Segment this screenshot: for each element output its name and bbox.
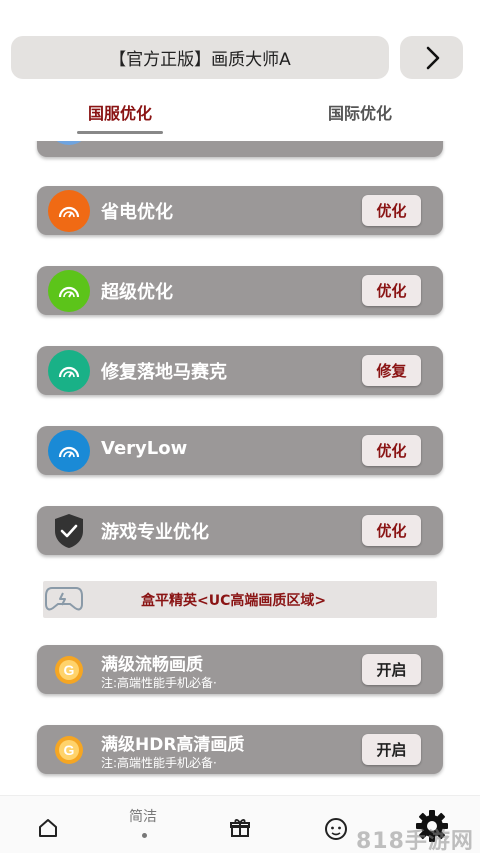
enable-button[interactable]: 开启: [362, 654, 421, 685]
card-label: VeryLow: [101, 438, 188, 459]
svg-text:G: G: [64, 662, 75, 678]
home-icon: [39, 819, 57, 837]
enable-button[interactable]: 开启: [362, 734, 421, 765]
svg-text:G: G: [64, 742, 75, 758]
gauge-icon: [48, 141, 90, 145]
card-power-saving: 省电优化 优化: [37, 186, 443, 235]
partial-card: [37, 141, 443, 157]
tab-international[interactable]: 国际优化: [328, 100, 392, 124]
optimize-button[interactable]: 优化: [362, 195, 421, 226]
g-coin-icon: G: [48, 729, 90, 771]
nav-simple-label[interactable]: 简洁: [129, 806, 157, 826]
shield-check-icon: [48, 510, 90, 552]
gauge-icon: [48, 190, 90, 232]
optimize-button[interactable]: 优化: [362, 515, 421, 546]
card-sublabel: 注:高端性能手机必备·: [101, 756, 217, 770]
card-label: 修复落地马赛克: [101, 362, 227, 383]
app-title-box[interactable]: 【官方正版】画质大师A: [11, 36, 389, 79]
gamepad-icon: [45, 587, 83, 611]
gauge-icon: [48, 430, 90, 472]
card-verylow: VeryLow 优化: [37, 426, 443, 475]
card-max-hdr: G 满级HDR高清画质 注:高端性能手机必备· 开启: [37, 725, 443, 774]
card-label: 满级流畅画质: [101, 655, 203, 675]
smiley-face-icon: [325, 818, 347, 840]
nav-active-dot: [142, 833, 147, 838]
card-label: 省电优化: [101, 202, 173, 223]
nav-home[interactable]: [34, 814, 62, 842]
chevron-right-icon: [426, 46, 439, 69]
card-super: 超级优化 优化: [37, 266, 443, 315]
header: 【官方正版】画质大师A: [11, 36, 463, 79]
nav-face[interactable]: [322, 814, 350, 842]
card-max-smooth: G 满级流畅画质 注:高端性能手机必备· 开启: [37, 645, 443, 694]
section-title: 盒平精英<UC高端画质区域>: [141, 593, 327, 609]
gauge-icon: [48, 350, 90, 392]
fix-button[interactable]: 修复: [362, 355, 421, 386]
watermark-text: 818手游网: [356, 829, 474, 853]
optimize-button[interactable]: 优化: [362, 275, 421, 306]
tab-domestic[interactable]: 国服优化: [88, 100, 152, 124]
optimization-list[interactable]: 省电优化 优化 超级优化 优化 修复落地马赛克 修复 VeryLow 优化 游戏…: [0, 141, 480, 793]
card-label: 超级优化: [101, 282, 173, 303]
gift-icon: [230, 819, 250, 837]
tab-bar: 国服优化 国际优化: [0, 96, 480, 136]
gauge-icon: [48, 270, 90, 312]
app-title: 【官方正版】画质大师A: [109, 50, 291, 70]
tab-indicator: [77, 131, 163, 134]
next-button[interactable]: [400, 36, 463, 79]
card-label: 游戏专业优化: [101, 522, 209, 543]
card-game-pro: 游戏专业优化 优化: [37, 506, 443, 555]
card-sublabel: 注:高端性能手机必备·: [101, 676, 217, 690]
card-fix-mosaic: 修复落地马赛克 修复: [37, 346, 443, 395]
nav-gift[interactable]: [226, 814, 254, 842]
section-banner: 盒平精英<UC高端画质区域>: [43, 581, 437, 618]
optimize-button[interactable]: 优化: [362, 435, 421, 466]
bottom-nav: 简洁 818手游网: [0, 795, 480, 853]
g-coin-icon: G: [48, 649, 90, 691]
card-label: 满级HDR高清画质: [101, 735, 245, 755]
